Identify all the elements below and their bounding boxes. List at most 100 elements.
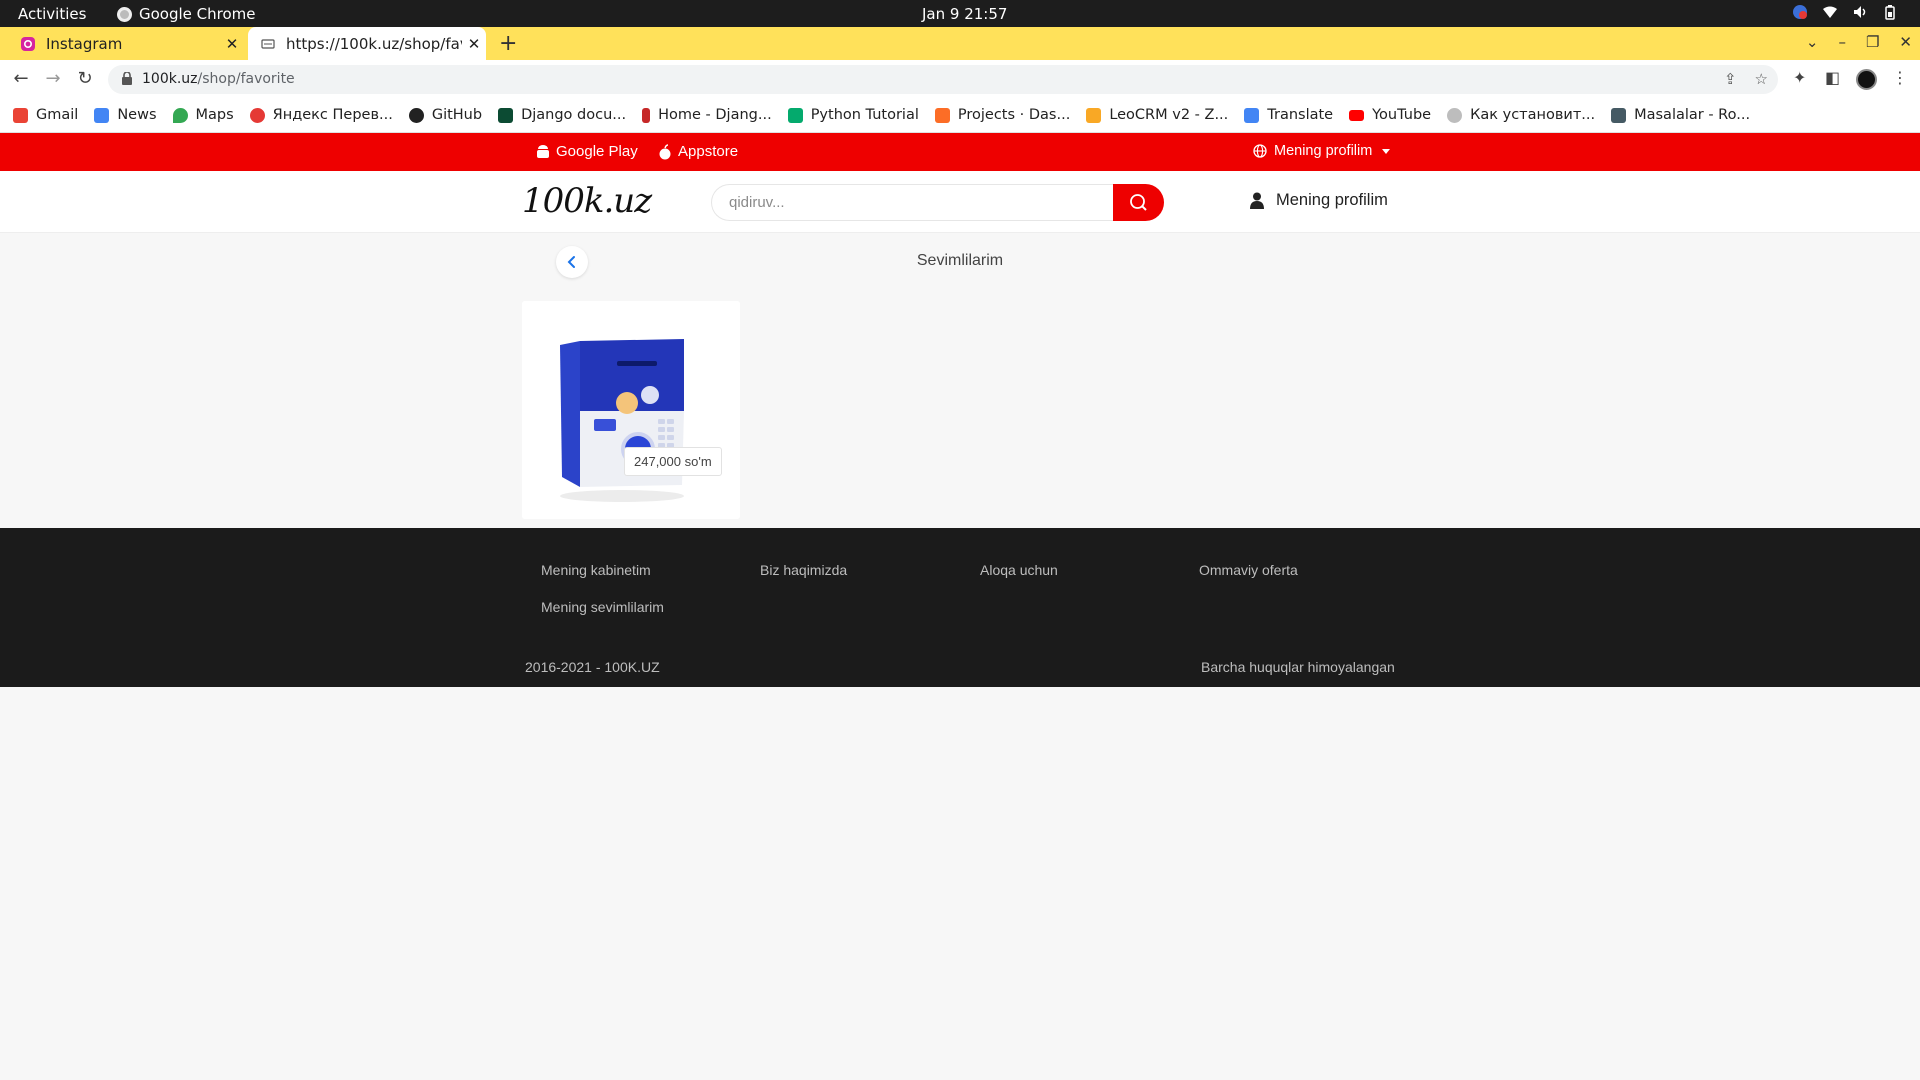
rights-text: Barcha huquqlar himoyalangan [1201, 659, 1395, 675]
side-panel-icon[interactable]: ◧ [1825, 68, 1840, 87]
bookmark-python-tutorial[interactable]: Python Tutorial [787, 107, 919, 123]
search-input[interactable] [711, 184, 1116, 221]
site-logo[interactable]: 100k.uz [522, 181, 652, 221]
restore-icon[interactable]: ❐ [1866, 33, 1879, 51]
page-icon [261, 38, 275, 49]
django-icon [498, 107, 514, 123]
volume-icon [1854, 6, 1866, 18]
w3schools-icon [787, 107, 803, 123]
bookmarks-bar: Gmail News Maps Яндекс Перев... GitHub D… [0, 98, 1920, 133]
yandex-translate-icon [249, 107, 265, 123]
instagram-icon [21, 36, 35, 51]
caret-down-icon [1382, 148, 1391, 154]
leocrm-icon [1086, 107, 1102, 123]
reload-icon[interactable]: ↻ [73, 67, 97, 91]
app-links-bar: Google Play Appstore Mening profilim [0, 133, 1920, 171]
globe-icon [1253, 144, 1267, 158]
bookmark-youtube[interactable]: YouTube [1349, 107, 1431, 123]
system-tray[interactable] [1792, 4, 1898, 20]
product-price: 247,000 so'm [624, 447, 722, 476]
footer-link-favorites[interactable]: Mening sevimlilarim [541, 599, 664, 615]
close-window-icon[interactable]: ✕ [1899, 33, 1912, 51]
site-footer: Mening kabinetim Biz haqimizda Aloqa uch… [0, 528, 1920, 687]
bookmark-gmail[interactable]: Gmail [13, 107, 78, 123]
maps-icon [172, 107, 188, 123]
bookmark-kak-ustanovit[interactable]: Как установит... [1447, 107, 1595, 123]
footer-link-kabinet[interactable]: Mening kabinetim [541, 562, 651, 578]
tab-title: Instagram [46, 34, 123, 53]
site-header: 100k.uz Mening profilim [0, 171, 1920, 233]
search-button[interactable] [1113, 184, 1164, 221]
omnibox-actions: ⇪ ☆ [1724, 70, 1768, 88]
cloud-icon [1447, 107, 1463, 123]
tab-search-icon[interactable]: ⌄ [1806, 33, 1819, 51]
bookmark-maps[interactable]: Maps [172, 107, 234, 123]
footer-link-offer[interactable]: Ommaviy oferta [1199, 562, 1298, 578]
product-card[interactable]: 247,000 so'm [522, 301, 740, 519]
bookmark-news[interactable]: News [94, 107, 157, 123]
product-image[interactable] [522, 301, 740, 519]
google-play-link[interactable]: Google Play [536, 143, 638, 160]
chrome-icon [117, 6, 132, 22]
browser-toolbar: ← → ↻ 100k.uz/shop/favorite ⇪ ☆ ✦ ◧ ⋮ [0, 60, 1920, 98]
address-bar[interactable]: 100k.uz/shop/favorite ⇪ ☆ [108, 65, 1778, 94]
bookmark-django-docs[interactable]: Django docu... [498, 107, 626, 123]
close-tab-icon[interactable]: ✕ [220, 35, 244, 53]
youtube-icon [1349, 109, 1365, 121]
minimize-icon[interactable]: – [1838, 33, 1846, 51]
tab-strip: Instagram ✕ https://100k.uz/shop/favorit… [0, 27, 1920, 60]
bookmark-leocrm[interactable]: LeoCRM v2 - Z... [1086, 107, 1228, 123]
back-arrow-icon[interactable]: ← [9, 67, 33, 91]
chevron-left-icon [567, 256, 575, 268]
page-background [0, 687, 1920, 1080]
forward-arrow-icon[interactable]: → [41, 67, 65, 91]
bookmark-translate[interactable]: Translate [1244, 107, 1333, 123]
copyright-text: 2016-2021 - 100K.UZ [525, 659, 660, 675]
share-icon[interactable]: ⇪ [1724, 70, 1737, 88]
back-button[interactable] [556, 246, 588, 278]
main-content: Sevimlilarim 247,000 so'm [0, 233, 1920, 528]
bookmark-star-icon[interactable]: ☆ [1755, 70, 1768, 88]
android-icon [537, 144, 549, 158]
google-translate-icon [1244, 107, 1260, 123]
footer-link-contact[interactable]: Aloqa uchun [980, 562, 1058, 578]
robot-icon [1611, 107, 1627, 123]
app-name: Google Chrome [139, 5, 256, 23]
window-controls: ⌄ – ❐ ✕ [1806, 33, 1912, 51]
update-icon [1793, 5, 1807, 19]
appstore-link[interactable]: Appstore [658, 143, 738, 160]
apple-icon [659, 143, 671, 159]
lock-icon[interactable] [122, 72, 132, 85]
extensions-icon[interactable]: ✦ [1793, 68, 1806, 87]
gmail-icon [13, 107, 28, 123]
language-dropdown[interactable]: Mening profilim [1253, 143, 1391, 159]
close-tab-icon[interactable]: ✕ [462, 35, 486, 53]
bookmark-yandex[interactable]: Яндекс Перев... [249, 107, 393, 123]
gitlab-icon [934, 107, 950, 123]
profile-avatar[interactable] [1856, 69, 1877, 90]
new-tab-button[interactable]: + [499, 31, 517, 56]
news-icon [94, 107, 110, 123]
bookmark-masalalar[interactable]: Masalalar - Ro... [1611, 107, 1750, 123]
tab-favorite[interactable]: https://100k.uz/shop/favorite ✕ [248, 27, 486, 60]
os-top-bar: Activities Google Chrome Jan 9 21:57 [0, 0, 1920, 27]
url-text[interactable]: 100k.uz/shop/favorite [142, 71, 295, 87]
battery-icon [1885, 5, 1895, 20]
github-icon [408, 107, 424, 123]
search-icon [1130, 194, 1147, 211]
bookmark-home-django[interactable]: Home - Djang... [642, 107, 772, 123]
clock[interactable]: Jan 9 21:57 [922, 5, 1007, 23]
bookmark-projects[interactable]: Projects · Das... [934, 107, 1070, 123]
tab-instagram[interactable]: Instagram ✕ [8, 27, 244, 60]
footer-link-about[interactable]: Biz haqimizda [760, 562, 847, 578]
chrome-menu-icon[interactable]: ⋮ [1892, 68, 1908, 87]
profile-link[interactable]: Mening profilim [1250, 191, 1388, 210]
page-title: Sevimlilarim [916, 252, 1004, 269]
bookmark-github[interactable]: GitHub [408, 107, 482, 123]
bookmark-red-icon [642, 107, 651, 123]
tab-title: https://100k.uz/shop/favorite [286, 34, 462, 53]
search-bar [711, 184, 1164, 221]
user-icon [1250, 192, 1264, 209]
app-menu[interactable]: Google Chrome [117, 5, 256, 23]
activities-button[interactable]: Activities [18, 5, 86, 23]
